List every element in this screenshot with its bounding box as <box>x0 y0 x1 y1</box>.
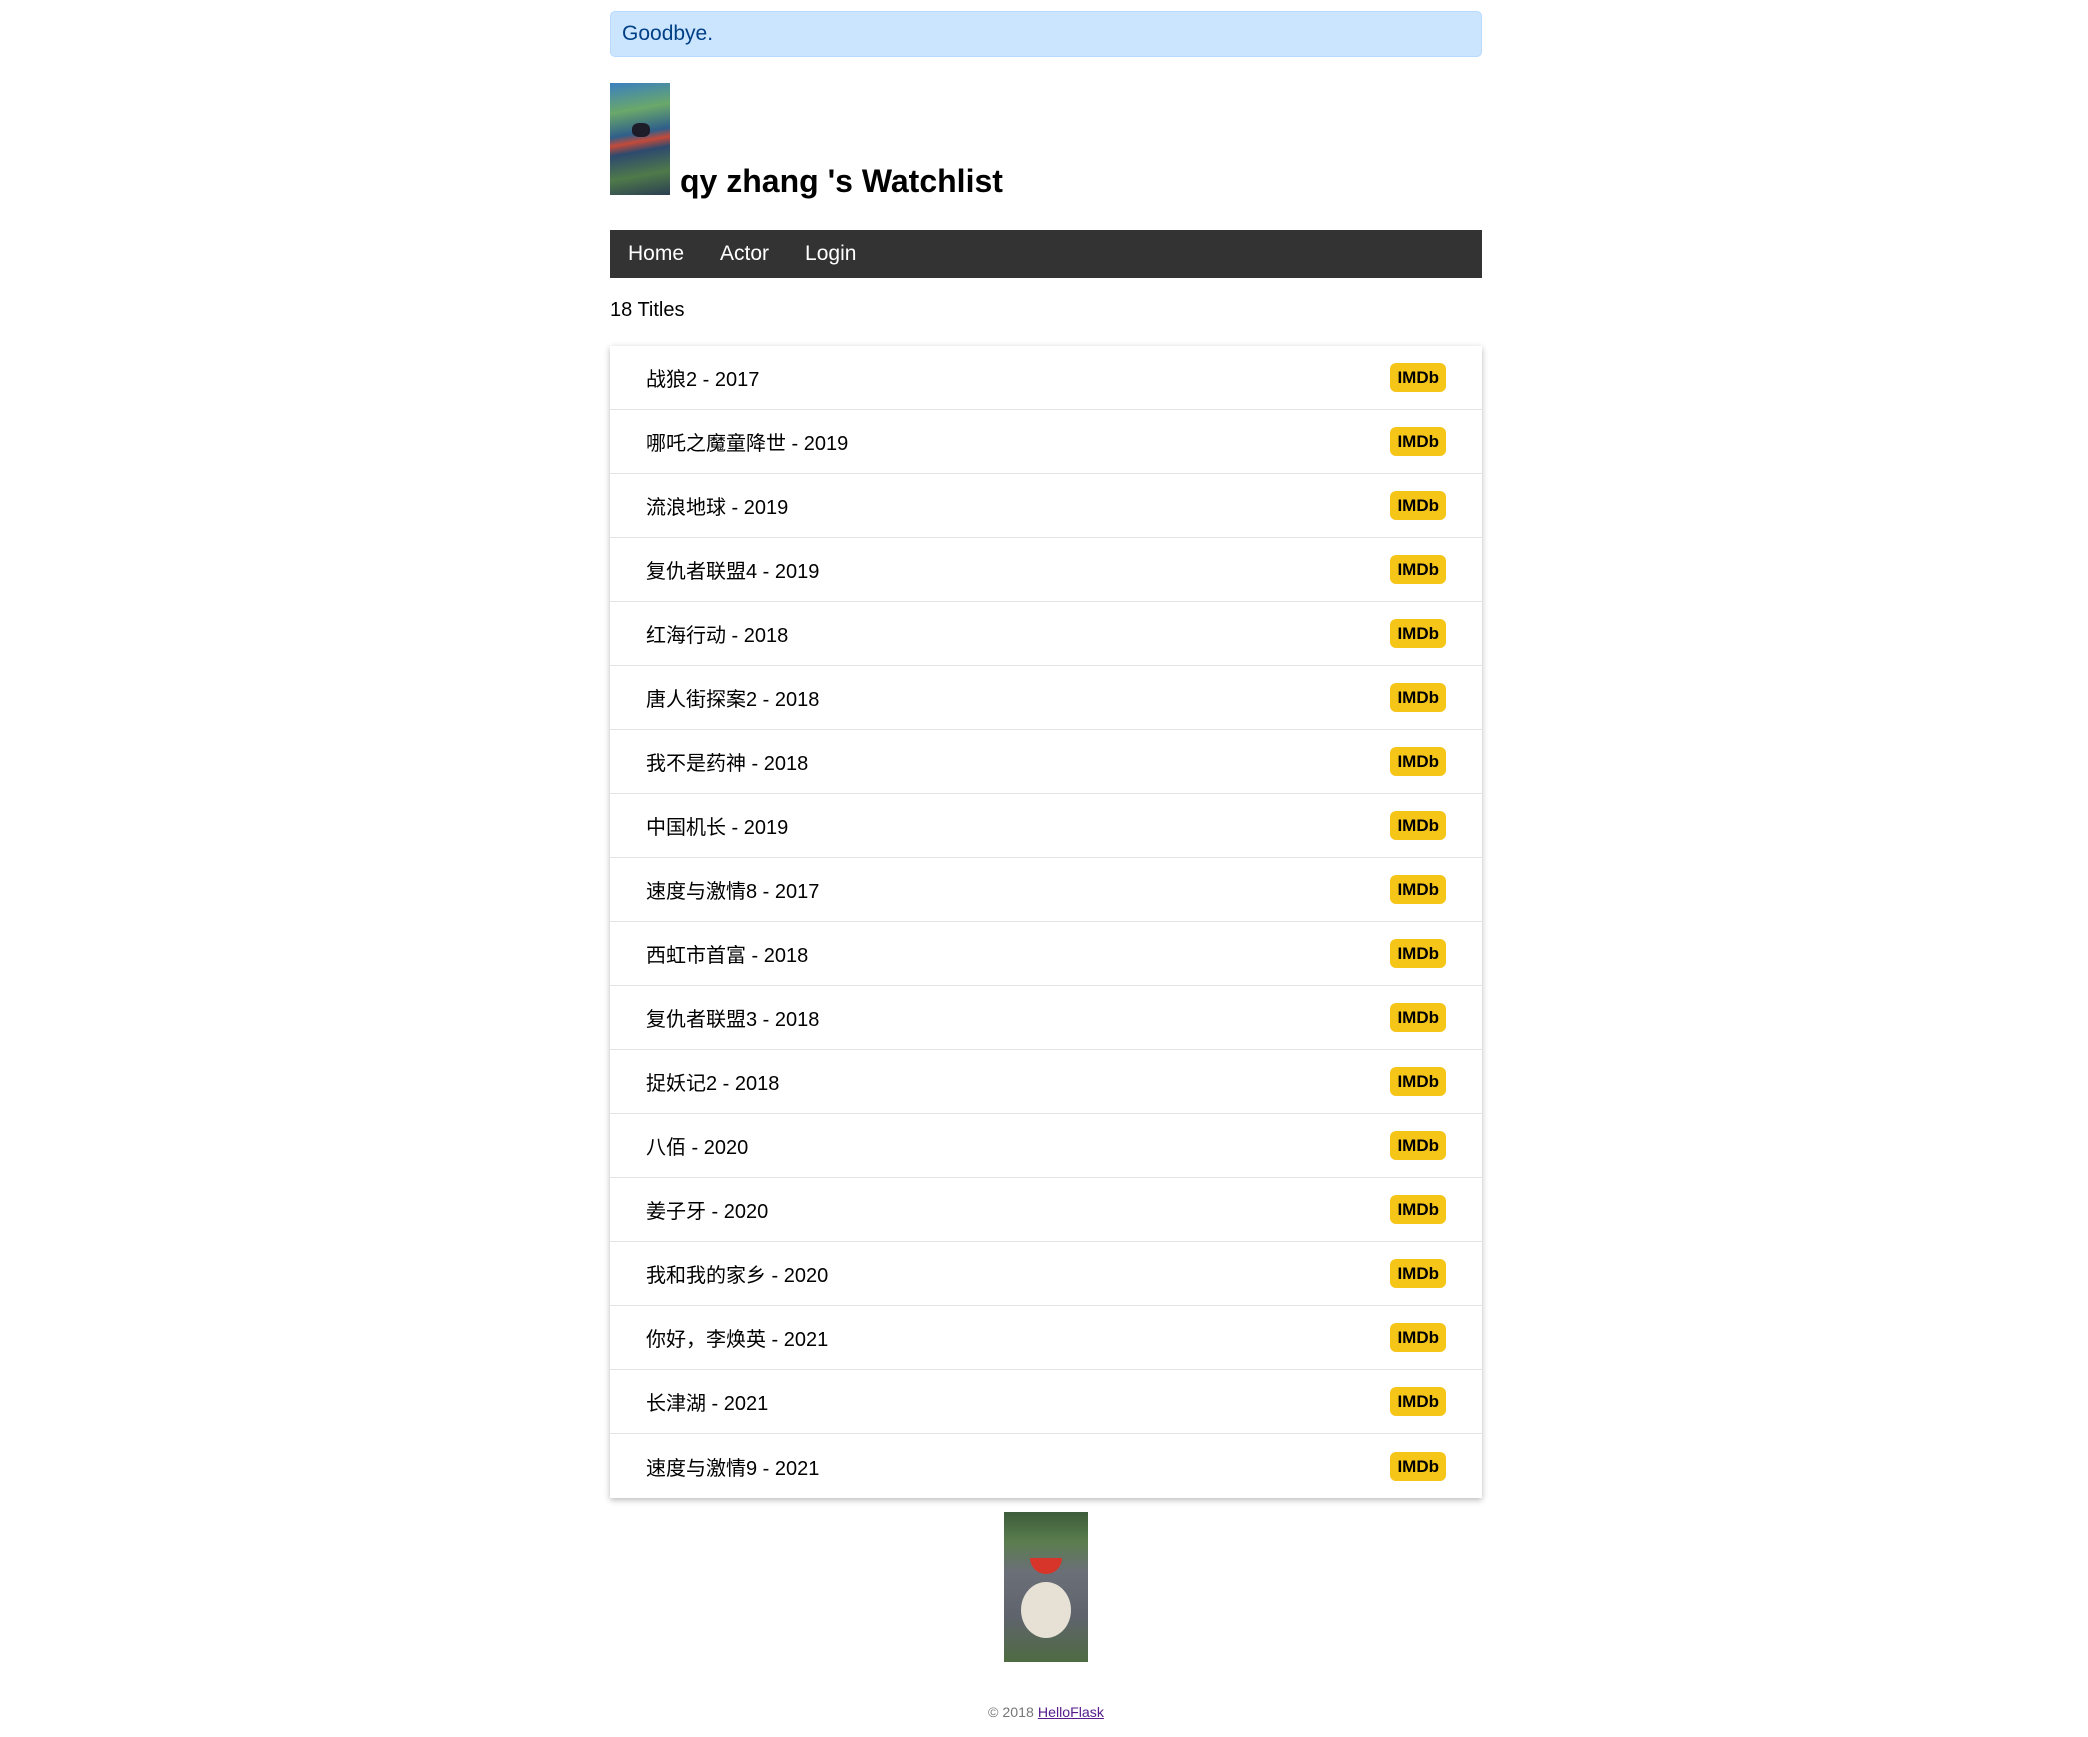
movie-title: 复仇者联盟4 - 2019 <box>646 561 820 583</box>
movie-title: 长津湖 - 2021 <box>646 1393 769 1415</box>
imdb-link[interactable]: IMDb <box>1390 491 1446 520</box>
copyright-text: © 2018 <box>988 1705 1034 1721</box>
list-item: 流浪地球 - 2019 IMDb <box>610 474 1482 538</box>
list-item: 红海行动 - 2018 IMDb <box>610 602 1482 666</box>
movie-title: 速度与激情9 - 2021 <box>646 1457 820 1480</box>
imdb-link[interactable]: IMDb <box>1390 1195 1446 1224</box>
imdb-link[interactable]: IMDb <box>1390 1387 1446 1416</box>
movie-title: 流浪地球 - 2019 <box>646 497 789 519</box>
imdb-link[interactable]: IMDb <box>1390 1003 1446 1032</box>
imdb-link[interactable]: IMDb <box>1390 363 1446 392</box>
nav-login-link[interactable]: Login <box>805 242 856 266</box>
movie-title: 红海行动 - 2018 <box>646 625 789 647</box>
movie-title: 捉妖记2 - 2018 <box>646 1073 780 1095</box>
movie-title: 中国机长 - 2019 <box>646 817 789 839</box>
movie-title: 战狼2 - 2017 <box>646 369 760 391</box>
list-item: 长津湖 - 2021 IMDb <box>610 1370 1482 1434</box>
movie-title: 西虹市首富 - 2018 <box>646 945 809 967</box>
imdb-link[interactable]: IMDb <box>1390 1067 1446 1096</box>
list-item: 我不是药神 - 2018 IMDb <box>610 730 1482 794</box>
imdb-link[interactable]: IMDb <box>1390 427 1446 456</box>
list-item: 速度与激情9 - 2021 IMDb <box>610 1434 1482 1498</box>
imdb-link[interactable]: IMDb <box>1390 1323 1446 1352</box>
movie-title: 我和我的家乡 - 2020 <box>646 1265 829 1287</box>
totoro-mouth <box>1030 1558 1062 1574</box>
list-item: 中国机长 - 2019 IMDb <box>610 794 1482 858</box>
imdb-link[interactable]: IMDb <box>1390 683 1446 712</box>
page-container: Goodbye. qy zhang 's Watchlist Home Acto… <box>610 11 1482 1722</box>
list-item: 我和我的家乡 - 2020 IMDb <box>610 1242 1482 1306</box>
imdb-link[interactable]: IMDb <box>1390 939 1446 968</box>
movie-title: 唐人街探案2 - 2018 <box>646 689 820 711</box>
movie-list: 战狼2 - 2017 IMDb 哪吒之魔童降世 - 2019 IMDb 流浪地球… <box>610 346 1482 1498</box>
imdb-link[interactable]: IMDb <box>1390 811 1446 840</box>
list-item: 哪吒之魔童降世 - 2019 IMDb <box>610 410 1482 474</box>
totoro-belly <box>1021 1582 1071 1638</box>
list-item: 战狼2 - 2017 IMDb <box>610 346 1482 410</box>
imdb-link[interactable]: IMDb <box>1390 1451 1446 1481</box>
page-title: qy zhang 's Watchlist <box>680 163 1003 199</box>
list-item: 西虹市首富 - 2018 IMDb <box>610 922 1482 986</box>
footer-copyright: © 2018 HelloFlask <box>988 1705 1104 1721</box>
imdb-link[interactable]: IMDb <box>1390 619 1446 648</box>
page-footer: © 2018 HelloFlask <box>610 1702 1482 1722</box>
helloflask-link[interactable]: HelloFlask <box>1038 1705 1104 1721</box>
list-item: 八佰 - 2020 IMDb <box>610 1114 1482 1178</box>
list-item: 姜子牙 - 2020 IMDb <box>610 1178 1482 1242</box>
movie-title: 八佰 - 2020 <box>646 1137 749 1159</box>
imdb-link[interactable]: IMDb <box>1390 1131 1446 1160</box>
list-item: 复仇者联盟4 - 2019 IMDb <box>610 538 1482 602</box>
movie-title: 复仇者联盟3 - 2018 <box>646 1009 820 1031</box>
navbar: Home Actor Login <box>610 230 1482 278</box>
page-header: qy zhang 's Watchlist <box>610 83 1482 199</box>
list-item: 复仇者联盟3 - 2018 IMDb <box>610 986 1482 1050</box>
list-item: 速度与激情8 - 2017 IMDb <box>610 858 1482 922</box>
movie-title: 速度与激情8 - 2017 <box>646 881 820 903</box>
list-item: 捉妖记2 - 2018 IMDb <box>610 1050 1482 1114</box>
imdb-link[interactable]: IMDb <box>1390 747 1446 776</box>
imdb-link[interactable]: IMDb <box>1390 1259 1446 1288</box>
list-item: 你好，李焕英 - 2021 IMDb <box>610 1306 1482 1370</box>
movie-title: 你好，李焕英 - 2021 <box>646 1329 829 1351</box>
list-item: 唐人街探案2 - 2018 IMDb <box>610 666 1482 730</box>
avatar-image <box>610 83 670 195</box>
totoro-image <box>1004 1512 1088 1662</box>
nav-actor-link[interactable]: Actor <box>720 242 769 266</box>
flash-message: Goodbye. <box>610 11 1482 57</box>
movie-title: 姜子牙 - 2020 <box>646 1201 769 1223</box>
movie-title: 我不是药神 - 2018 <box>646 753 809 775</box>
title-count: 18 Titles <box>610 299 685 321</box>
imdb-link[interactable]: IMDb <box>1390 875 1446 904</box>
nav-home-link[interactable]: Home <box>628 242 684 266</box>
imdb-link[interactable]: IMDb <box>1390 555 1446 584</box>
movie-title: 哪吒之魔童降世 - 2019 <box>646 433 849 455</box>
